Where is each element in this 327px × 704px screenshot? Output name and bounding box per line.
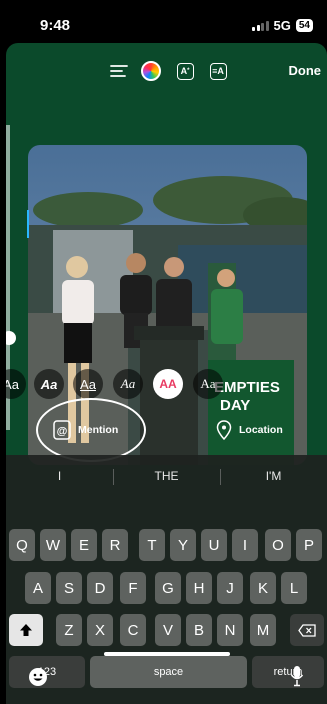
text-toolbar: A * ≡A Done — [6, 53, 327, 87]
key-v[interactable]: V — [155, 614, 181, 646]
key-f[interactable]: F — [120, 572, 146, 604]
text-size-slider-thumb[interactable] — [6, 331, 16, 345]
font-style-serif[interactable]: Aa — [193, 369, 223, 399]
font-style-neon[interactable]: AA — [153, 369, 183, 399]
key-b[interactable]: B — [186, 614, 212, 646]
text-cursor — [27, 210, 29, 238]
suggestion-2[interactable]: THE — [113, 469, 220, 483]
backspace-key[interactable] — [290, 614, 324, 646]
backspace-icon — [298, 623, 316, 637]
suggestion-3[interactable]: I'M — [220, 469, 327, 483]
key-j[interactable]: J — [217, 572, 243, 604]
text-animation-icon[interactable]: ≡A — [208, 61, 228, 81]
key-z[interactable]: Z — [56, 614, 82, 646]
status-time: 9:48 — [40, 17, 71, 34]
shift-key[interactable] — [9, 614, 43, 646]
status-bar: 9:48 5G 54 — [0, 0, 327, 46]
microphone-icon[interactable] — [290, 665, 304, 687]
key-c[interactable]: C — [120, 614, 146, 646]
key-o[interactable]: O — [265, 529, 291, 561]
emoji-icon[interactable] — [28, 667, 48, 687]
key-t[interactable]: T — [139, 529, 165, 561]
font-style-strong[interactable]: Aa — [34, 369, 64, 399]
key-k[interactable]: K — [250, 572, 276, 604]
key-e[interactable]: E — [71, 529, 97, 561]
highlight-circle — [36, 398, 146, 462]
shift-icon — [20, 624, 32, 636]
text-align-icon[interactable] — [109, 61, 129, 81]
color-wheel-icon[interactable] — [141, 61, 161, 81]
key-u[interactable]: U — [201, 529, 227, 561]
suggestion-1[interactable]: I — [6, 469, 113, 483]
battery-level: 54 — [295, 19, 313, 32]
key-p[interactable]: P — [296, 529, 322, 561]
key-g[interactable]: G — [155, 572, 181, 604]
done-button[interactable]: Done — [289, 63, 322, 78]
font-style-typewriter[interactable]: Aa — [113, 369, 143, 399]
font-style-modern[interactable]: Aa — [73, 369, 103, 399]
key-q[interactable]: Q — [9, 529, 35, 561]
key-a[interactable]: A — [25, 572, 51, 604]
cellular-signal-icon — [252, 20, 269, 31]
story-editor: A * ≡A Done EMPTIES DAY Aa Aa Aa Aa AA A… — [6, 43, 327, 704]
key-h[interactable]: H — [186, 572, 212, 604]
key-w[interactable]: W — [40, 529, 66, 561]
key-n[interactable]: N — [217, 614, 243, 646]
home-indicator[interactable] — [104, 652, 230, 656]
network-type: 5G — [273, 18, 291, 33]
key-d[interactable]: D — [87, 572, 113, 604]
location-button[interactable]: Location — [216, 417, 283, 443]
key-s[interactable]: S — [56, 572, 82, 604]
status-indicators: 5G 54 — [252, 18, 313, 33]
key-y[interactable]: Y — [170, 529, 196, 561]
font-style-classic[interactable]: Aa — [6, 369, 26, 399]
key-x[interactable]: X — [87, 614, 113, 646]
key-m[interactable]: M — [250, 614, 276, 646]
keyboard-accessory-row — [6, 663, 327, 703]
key-i[interactable]: I — [232, 529, 258, 561]
key-r[interactable]: R — [102, 529, 128, 561]
location-label: Location — [239, 424, 283, 436]
text-effects-icon[interactable]: A * — [175, 61, 195, 81]
location-pin-icon — [216, 420, 232, 440]
font-style-picker: Aa Aa Aa Aa AA Aa — [6, 369, 327, 407]
key-l[interactable]: L — [281, 572, 307, 604]
